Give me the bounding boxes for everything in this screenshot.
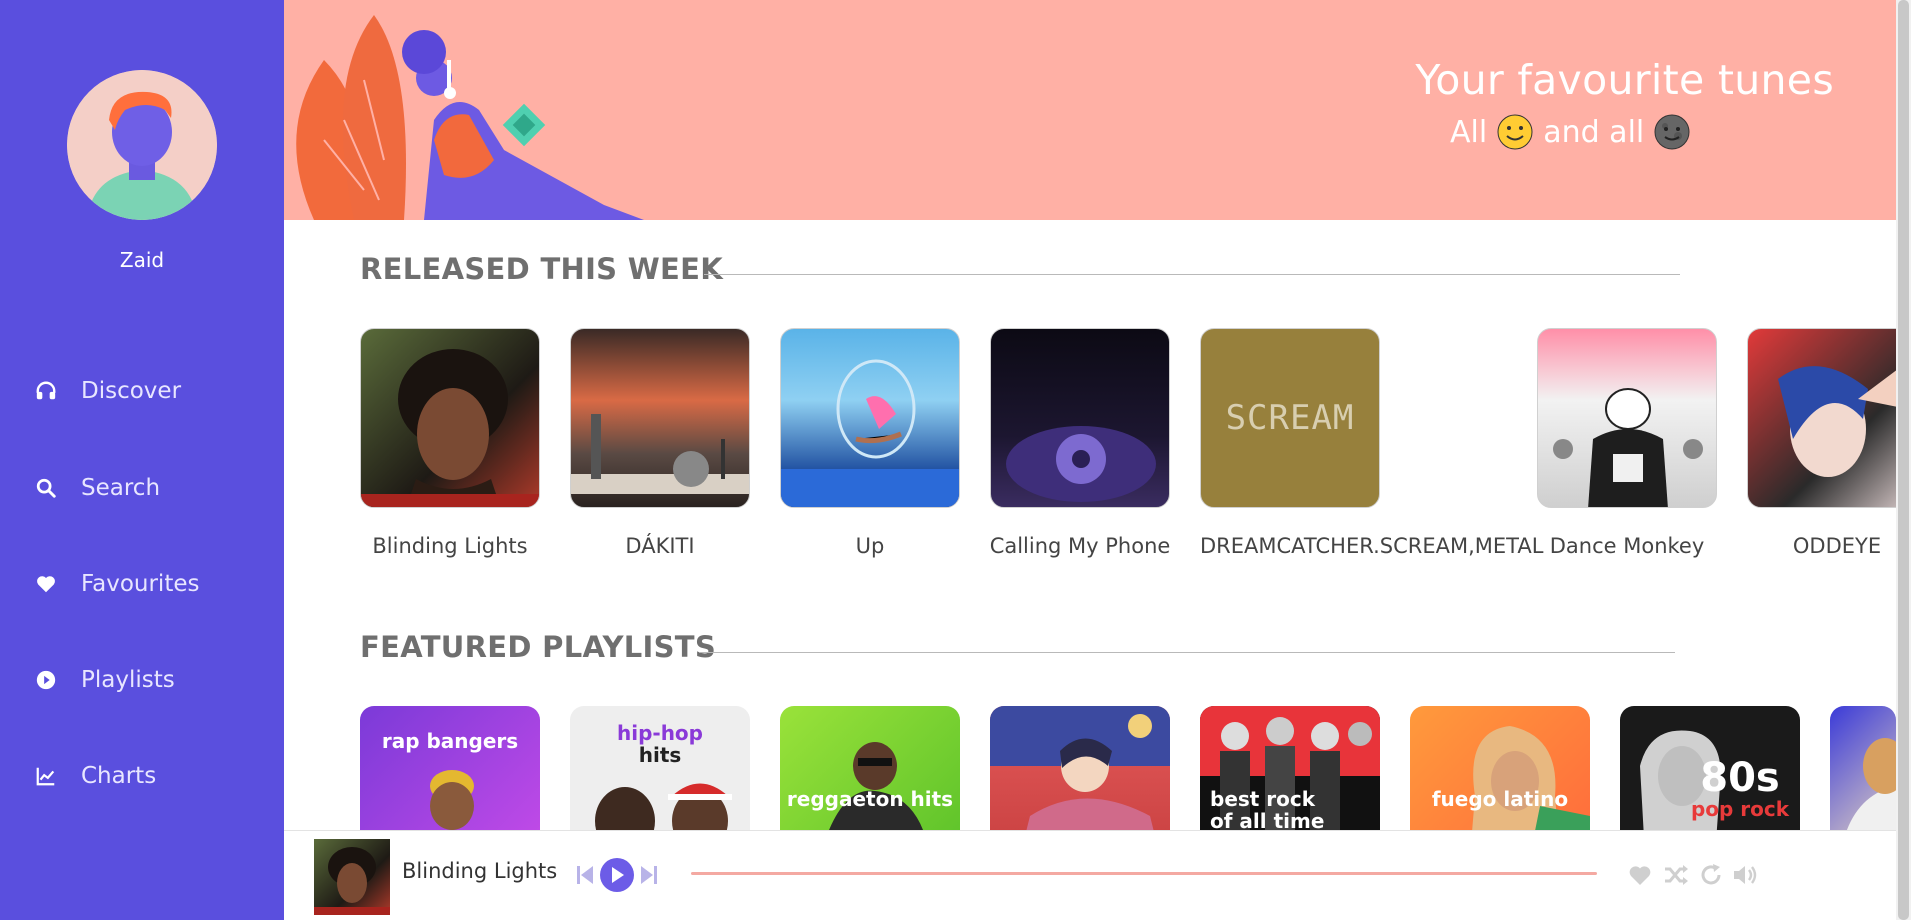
featured-section-divider bbox=[699, 652, 1675, 653]
playlist-title-line2: of all time bbox=[1210, 809, 1325, 830]
headphones-icon bbox=[34, 379, 58, 403]
release-card[interactable]: DÁKITI bbox=[570, 328, 750, 558]
playlist-card[interactable] bbox=[990, 706, 1170, 830]
playlist-title: fuego latino bbox=[1431, 787, 1569, 811]
nav-label-charts: Charts bbox=[81, 763, 157, 789]
scrollbar-thumb[interactable] bbox=[1898, 0, 1909, 920]
repeat-icon[interactable] bbox=[1698, 862, 1724, 888]
nav-label-search: Search bbox=[81, 475, 161, 501]
playlist-card[interactable]: rap bangers bbox=[360, 706, 540, 830]
playlist-title-line1: 80s bbox=[1700, 755, 1780, 801]
playlist-artwork bbox=[430, 770, 474, 830]
featured-section-title: FEATURED PLAYLISTS bbox=[360, 630, 717, 664]
release-card[interactable]: Dance Monkey bbox=[1537, 328, 1717, 558]
shuffle-icon[interactable] bbox=[1662, 862, 1690, 888]
nav-label-playlists: Playlists bbox=[81, 667, 175, 693]
playlist-card[interactable]: hip-hop hits bbox=[570, 706, 750, 830]
hero-subtitle-middle: and all bbox=[1543, 114, 1645, 150]
playlist-card[interactable]: fuego latino bbox=[1410, 706, 1590, 830]
volume-icon[interactable] bbox=[1732, 862, 1760, 888]
album-cover bbox=[990, 328, 1170, 508]
hero-title: Your favourite tunes bbox=[1415, 56, 1834, 104]
skip-back-icon[interactable] bbox=[574, 863, 596, 887]
skip-forward-icon[interactable] bbox=[638, 863, 660, 887]
playlist-artwork bbox=[829, 742, 923, 830]
search-icon bbox=[34, 476, 58, 500]
release-title: Calling My Phone bbox=[989, 534, 1171, 558]
album-cover bbox=[1537, 328, 1717, 508]
released-section-title: RELEASED THIS WEEK bbox=[360, 252, 724, 286]
playback-progress-bar[interactable] bbox=[691, 872, 1597, 875]
dark-moon-emoji-icon bbox=[1654, 114, 1690, 150]
user-avatar[interactable] bbox=[67, 70, 217, 220]
release-card[interactable]: ODDEYE bbox=[1747, 328, 1896, 558]
release-card[interactable]: Calling My Phone bbox=[990, 328, 1170, 558]
sidebar: Zaid Discover Search Favourites Playlist… bbox=[0, 0, 284, 920]
hero-subtitle-prefix: All bbox=[1450, 114, 1488, 150]
main-content: RELEASED THIS WEEK Blinding Lights DÁKIT… bbox=[284, 220, 1896, 830]
release-card[interactable]: Blinding Lights bbox=[360, 328, 540, 558]
avatar-illustration bbox=[67, 70, 217, 220]
heart-icon[interactable] bbox=[1627, 862, 1653, 888]
playlist-artwork bbox=[1847, 738, 1896, 830]
nav-item-playlists[interactable]: Playlists bbox=[0, 650, 284, 710]
play-icon[interactable] bbox=[600, 858, 634, 892]
nav-item-charts[interactable]: Charts bbox=[0, 746, 284, 806]
nav-label-discover: Discover bbox=[81, 378, 182, 404]
album-cover bbox=[360, 328, 540, 508]
released-section-divider bbox=[704, 274, 1680, 275]
album-cover bbox=[780, 328, 960, 508]
playlist-card[interactable] bbox=[1830, 706, 1896, 830]
playlist-artwork bbox=[1472, 726, 1590, 830]
album-cover-text: SCREAM bbox=[1225, 398, 1355, 438]
smiling-sun-emoji-icon bbox=[1497, 114, 1533, 150]
release-card[interactable]: SCREAM DREAMCATCHER.SCREAM,METAL bbox=[1200, 328, 1543, 558]
playlist-title: reggaeton hits bbox=[786, 787, 954, 811]
nav-item-search[interactable]: Search bbox=[0, 458, 284, 518]
heart-icon bbox=[34, 572, 58, 596]
nav-item-discover[interactable]: Discover bbox=[0, 361, 284, 421]
line-chart-icon bbox=[34, 764, 58, 788]
release-card[interactable]: Up bbox=[780, 328, 960, 558]
release-title: ODDEYE bbox=[1792, 534, 1882, 558]
player-bar: Blinding Lights bbox=[284, 830, 1896, 920]
album-cover: SCREAM bbox=[1200, 328, 1380, 508]
nav-label-favourites: Favourites bbox=[81, 571, 200, 597]
hero-illustration bbox=[296, 15, 644, 220]
now-playing-title: Blinding Lights bbox=[402, 859, 558, 883]
playlist-card[interactable]: best rock of all time bbox=[1200, 706, 1380, 830]
playlist-card[interactable]: reggaeton hits bbox=[780, 706, 960, 830]
album-cover bbox=[1747, 328, 1896, 508]
nav-item-favourites[interactable]: Favourites bbox=[0, 554, 284, 614]
hero-subtitle: All and all bbox=[1450, 114, 1690, 150]
playlist-card[interactable]: 80s pop rock bbox=[1620, 706, 1800, 830]
playlist-title-line2: pop rock bbox=[1690, 797, 1790, 821]
now-playing-cover[interactable] bbox=[314, 839, 390, 915]
album-cover bbox=[570, 328, 750, 508]
playlist-artwork bbox=[595, 783, 732, 830]
hero-banner: Your favourite tunes All and all bbox=[284, 0, 1896, 220]
play-circle-icon bbox=[34, 668, 58, 692]
playlist-artwork bbox=[990, 706, 1170, 830]
user-name: Zaid bbox=[119, 248, 165, 272]
playlist-title-line1: best rock bbox=[1210, 787, 1316, 811]
